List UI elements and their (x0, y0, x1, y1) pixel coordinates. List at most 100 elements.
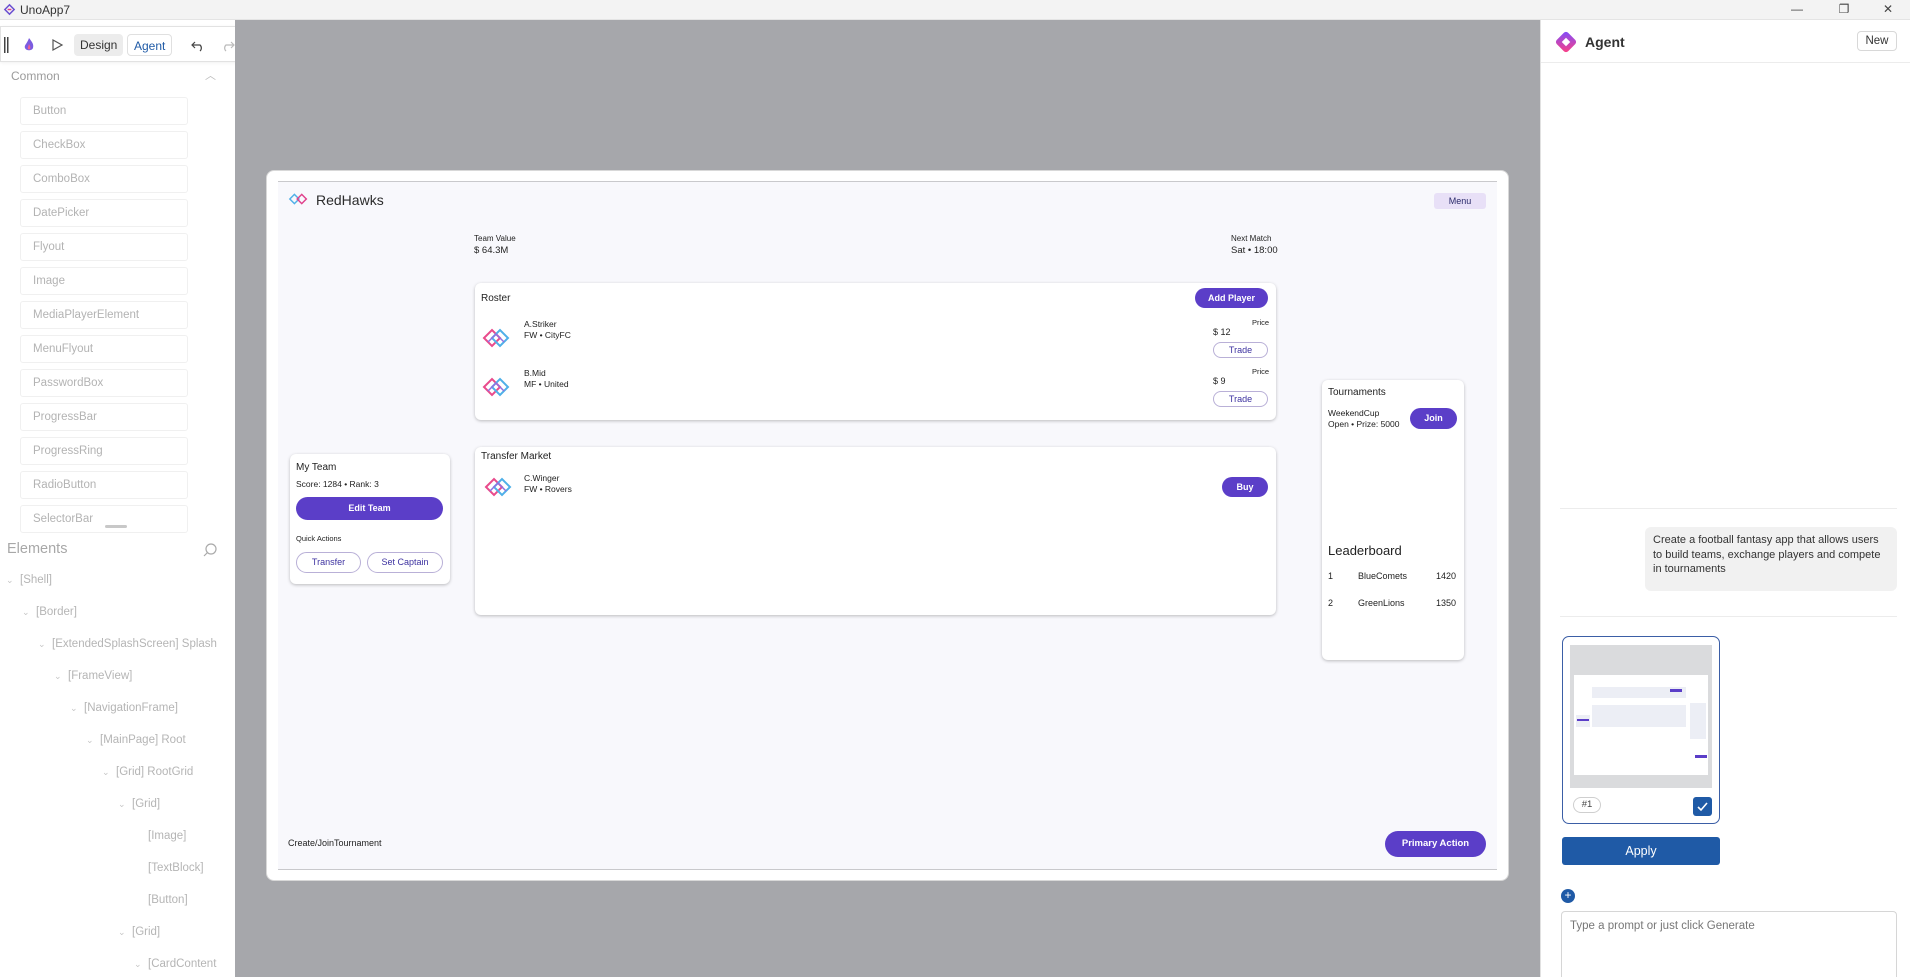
leaderboard-rank: 2 (1328, 598, 1334, 608)
tree-node[interactable]: ⌄ [ExtendedSplashScreen] Splash (38, 638, 217, 658)
chevron-down-icon[interactable]: ⌄ (54, 671, 68, 682)
quick-actions-label: Quick Actions (296, 534, 342, 543)
minimize-button[interactable]: — (1775, 0, 1819, 20)
user-message: Create a football fantasy app that allow… (1645, 527, 1897, 591)
player-meta: MF • United (524, 379, 569, 389)
price-label: Price (1252, 318, 1270, 327)
preview-number-badge: #1 (1573, 797, 1601, 813)
chevron-down-icon[interactable]: ⌄ (134, 959, 148, 970)
player-avatar-icon (482, 328, 510, 348)
agent-mode-button[interactable]: Agent (127, 34, 173, 56)
tree-node[interactable]: [Image] (134, 830, 186, 850)
brand-logo-icon (288, 193, 308, 205)
tree-node-label: [Image] (148, 830, 187, 842)
tree-node[interactable]: ⌄ [FrameView] (54, 670, 132, 690)
transfer-button[interactable]: Transfer (296, 552, 361, 573)
tree-node[interactable]: ⌄ [CardContent (134, 958, 216, 977)
tree-node-label: [ExtendedSplashScreen] Splash (52, 638, 217, 650)
checkmark-icon[interactable] (1693, 797, 1712, 816)
design-mode-button[interactable]: Design (74, 34, 124, 56)
toolbox-item[interactable]: ProgressBar (20, 403, 188, 431)
tree-node[interactable]: ⌄ [Border] (22, 606, 77, 626)
toolbox-item[interactable]: DatePicker (20, 199, 188, 227)
chevron-down-icon[interactable]: ⌄ (86, 735, 100, 746)
player-avatar-icon (482, 377, 510, 397)
pane-splitter[interactable] (105, 525, 127, 528)
my-team-title: My Team (296, 462, 337, 473)
apply-button[interactable]: Apply (1562, 837, 1720, 865)
hot-design-flame-icon[interactable] (19, 35, 39, 55)
edit-team-button[interactable]: Edit Team (296, 497, 443, 520)
set-captain-button[interactable]: Set Captain (367, 552, 443, 573)
add-attachment-icon[interactable]: + (1561, 889, 1575, 903)
next-match-time: Sat • 18:00 (1231, 245, 1278, 256)
tree-node[interactable]: ⌄ [Grid] RootGrid (102, 766, 193, 786)
toolbox-item[interactable]: Button (20, 97, 188, 125)
buy-button[interactable]: Buy (1222, 477, 1268, 497)
chevron-down-icon[interactable]: ⌄ (118, 799, 132, 810)
price-label: Price (1252, 367, 1270, 376)
chevron-down-icon[interactable]: ⌄ (70, 703, 84, 714)
toolbox-item[interactable]: Image (20, 267, 188, 295)
player-price: $ 12 (1213, 327, 1231, 337)
close-button[interactable]: ✕ (1866, 0, 1910, 20)
trade-button[interactable]: Trade (1213, 391, 1268, 407)
chevron-down-icon[interactable]: ⌄ (22, 607, 36, 618)
tree-node-label: [Shell] (20, 574, 52, 586)
toolbox-item[interactable]: Flyout (20, 233, 188, 261)
prompt-input[interactable] (1561, 911, 1897, 977)
leaderboard-title: Leaderboard (1328, 543, 1402, 558)
elements-header: Elements (7, 541, 68, 557)
leaderboard-rank: 1 (1328, 571, 1334, 581)
undo-icon[interactable] (188, 35, 208, 55)
player-name: A.Striker (524, 319, 557, 329)
maximize-button[interactable]: ❐ (1822, 0, 1866, 20)
trade-button[interactable]: Trade (1213, 342, 1268, 358)
agent-title: Agent (1585, 34, 1625, 50)
join-button[interactable]: Join (1410, 408, 1457, 429)
footer-text: Create/JoinTournament (288, 838, 382, 848)
player-meta: FW • CityFC (524, 330, 571, 340)
tree-node[interactable]: ⌄ [Grid] (118, 798, 160, 818)
chevron-down-icon[interactable]: ⌄ (38, 639, 52, 650)
thumbnail-image (1574, 675, 1708, 775)
toolbox-item[interactable]: RadioButton (20, 471, 188, 499)
leaderboard-team: BlueComets (1358, 571, 1408, 581)
toolbox-item[interactable]: PasswordBox (20, 369, 188, 397)
toolbox-item[interactable]: ProgressRing (20, 437, 188, 465)
toolbox-item[interactable]: SelectorBar (20, 505, 188, 533)
team-value-label: Team Value (474, 234, 516, 243)
tree-node[interactable]: ⌄ [Shell] (6, 574, 52, 594)
next-match-label: Next Match (1231, 234, 1272, 243)
toolbox-item[interactable]: ComboBox (20, 165, 188, 193)
chevron-up-icon[interactable]: ︿ (205, 67, 216, 83)
toolbox-item[interactable]: MenuFlyout (20, 335, 188, 363)
title-bar: UnoApp7 — ❐ ✕ (0, 0, 1910, 20)
tree-node[interactable]: [TextBlock] (134, 862, 204, 882)
player-name: C.Winger (524, 473, 560, 483)
primary-action-button[interactable]: Primary Action (1385, 831, 1486, 857)
chevron-down-icon[interactable]: ⌄ (6, 575, 20, 586)
tree-node[interactable]: ⌄ [NavigationFrame] (70, 702, 178, 722)
tree-node[interactable]: ⌄ [MainPage] Root (86, 734, 186, 754)
toolbox-item[interactable]: MediaPlayerElement (20, 301, 188, 329)
tree-node[interactable]: [Button] (134, 894, 188, 914)
leaderboard-points: 1420 (1436, 571, 1457, 581)
toolbox-section-header[interactable]: Common (11, 69, 60, 83)
tree-node-label: [NavigationFrame] (84, 702, 178, 714)
tree-node-label: [CardContent (148, 958, 217, 970)
toolbox-item[interactable]: CheckBox (20, 131, 188, 159)
add-player-button[interactable]: Add Player (1195, 288, 1268, 308)
preview-thumbnail[interactable] (1570, 645, 1712, 788)
new-chat-button[interactable]: New (1857, 31, 1897, 51)
search-icon[interactable] (202, 542, 218, 558)
tree-node-label: [Border] (36, 606, 77, 618)
chevron-down-icon[interactable]: ⌄ (102, 767, 116, 778)
chevron-down-icon[interactable]: ⌄ (118, 927, 132, 938)
drag-handle-icon[interactable] (2, 35, 10, 55)
play-icon[interactable] (47, 35, 67, 55)
app-logo-icon (3, 3, 16, 16)
menu-button[interactable]: Menu (1434, 193, 1486, 209)
tree-node[interactable]: ⌄ [Grid] (118, 926, 160, 946)
player-avatar-icon (484, 477, 512, 497)
